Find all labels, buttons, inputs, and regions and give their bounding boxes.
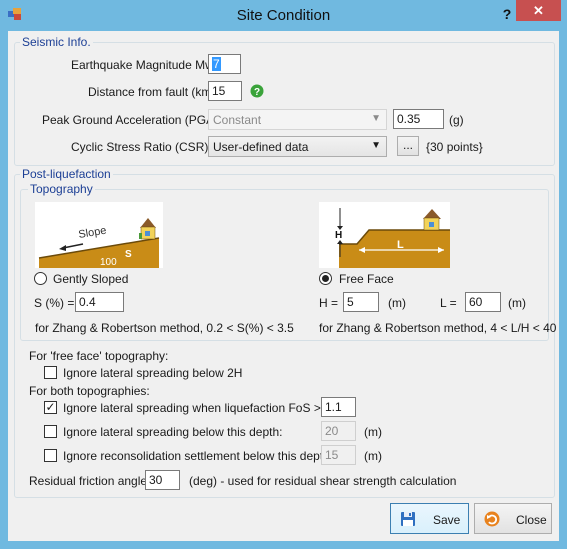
- undo-arrow-icon: [484, 511, 500, 527]
- help-button[interactable]: ?: [497, 6, 517, 24]
- distance-input[interactable]: 15: [208, 81, 242, 101]
- l-label: L =: [440, 296, 457, 310]
- ignore-fos-label: Ignore lateral spreading when liquefacti…: [63, 401, 321, 415]
- slope-s-text: S: [125, 249, 132, 260]
- h-label: H =: [319, 296, 339, 310]
- ignore-fos-input[interactable]: 1.1: [321, 397, 356, 417]
- free-face-radio[interactable]: [319, 272, 332, 285]
- gently-sloped-radio[interactable]: [34, 272, 47, 285]
- post-liquefaction-label: Post-liquefaction: [20, 167, 113, 181]
- free-face-image: H L: [319, 202, 450, 268]
- gently-sloped-image: Slope 100 S: [35, 202, 163, 268]
- ignore-depth-unit: (m): [364, 425, 382, 439]
- ignore-fos-checkbox[interactable]: ✓: [44, 401, 57, 414]
- residual-friction-label: Residual friction angle:: [29, 474, 151, 488]
- s-input[interactable]: 0.4: [75, 292, 124, 312]
- dialog-window: Site Condition ? ✕ Seismic Info. Earthqu…: [0, 0, 567, 549]
- residual-friction-input[interactable]: 30: [145, 470, 180, 490]
- ignore-reconsolidation-label: Ignore reconsolidation settlement below …: [63, 449, 334, 463]
- ignore-depth-checkbox[interactable]: [44, 425, 57, 438]
- distance-label: Distance from fault (km) :: [88, 85, 223, 99]
- slope-100-text: 100: [100, 257, 117, 268]
- h-unit: (m): [388, 296, 406, 310]
- pga-unit: (g): [449, 113, 464, 127]
- free-face-label: Free Face: [339, 272, 394, 286]
- residual-friction-note: (deg) - used for residual shear strength…: [189, 474, 457, 488]
- save-button-label: Save: [433, 513, 461, 527]
- pga-label: Peak Ground Acceleration (PGA):: [42, 113, 222, 127]
- csr-label: Cyclic Stress Ratio (CSR):: [71, 140, 212, 154]
- chevron-down-icon: ▼: [371, 140, 381, 151]
- free-face-l-text: L: [397, 239, 404, 251]
- window-close-button[interactable]: ✕: [516, 0, 561, 21]
- l-unit: (m): [508, 296, 526, 310]
- s-label: S (%) =: [34, 296, 75, 310]
- magnitude-label: Earthquake Magnitude Mw:: [71, 58, 218, 72]
- window-title: Site Condition: [236, 7, 331, 24]
- csr-select[interactable]: User-defined data ▼: [208, 136, 387, 157]
- pga-value-input[interactable]: 0.35: [393, 109, 444, 129]
- ignore-reconsolidation-unit: (m): [364, 449, 382, 463]
- close-button[interactable]: Close: [474, 503, 552, 534]
- help-icon[interactable]: ?: [250, 84, 264, 98]
- l-input[interactable]: 60: [465, 292, 501, 312]
- free-face-note: for Zhang & Robertson method, 4 < L/H < …: [319, 321, 557, 335]
- svg-text:?: ?: [254, 87, 260, 98]
- both-topographies-header: For both topographies:: [29, 384, 150, 398]
- ignore-2h-checkbox[interactable]: [44, 366, 57, 379]
- topography-label: Topography: [28, 182, 95, 196]
- csr-more-button[interactable]: ...: [397, 136, 419, 156]
- free-face-options-header: For 'free face' topography:: [29, 349, 169, 363]
- gently-sloped-note: for Zhang & Robertson method, 0.2 < S(%)…: [35, 321, 294, 335]
- magnitude-input[interactable]: 7: [208, 54, 241, 74]
- gently-sloped-label: Gently Sloped: [53, 272, 129, 286]
- free-face-h-text: H: [335, 230, 342, 241]
- ignore-reconsolidation-input[interactable]: 15: [321, 445, 356, 465]
- ignore-2h-label: Ignore lateral spreading below 2H: [63, 366, 243, 380]
- csr-points: {30 points}: [426, 140, 483, 154]
- title-bar[interactable]: Site Condition ? ✕: [0, 0, 567, 31]
- seismic-info-label: Seismic Info.: [20, 35, 93, 49]
- pga-select[interactable]: Constant ▼: [208, 109, 387, 130]
- h-input[interactable]: 5: [343, 292, 379, 312]
- save-button[interactable]: Save: [390, 503, 469, 534]
- floppy-disk-icon: [401, 512, 415, 526]
- ignore-depth-input[interactable]: 20: [321, 421, 356, 441]
- ignore-reconsolidation-checkbox[interactable]: [44, 449, 57, 462]
- ignore-depth-label: Ignore lateral spreading below this dept…: [63, 425, 283, 439]
- close-button-label: Close: [516, 513, 547, 527]
- chevron-down-icon: ▼: [371, 113, 381, 124]
- dialog-body: Seismic Info. Earthquake Magnitude Mw: 7…: [8, 31, 559, 541]
